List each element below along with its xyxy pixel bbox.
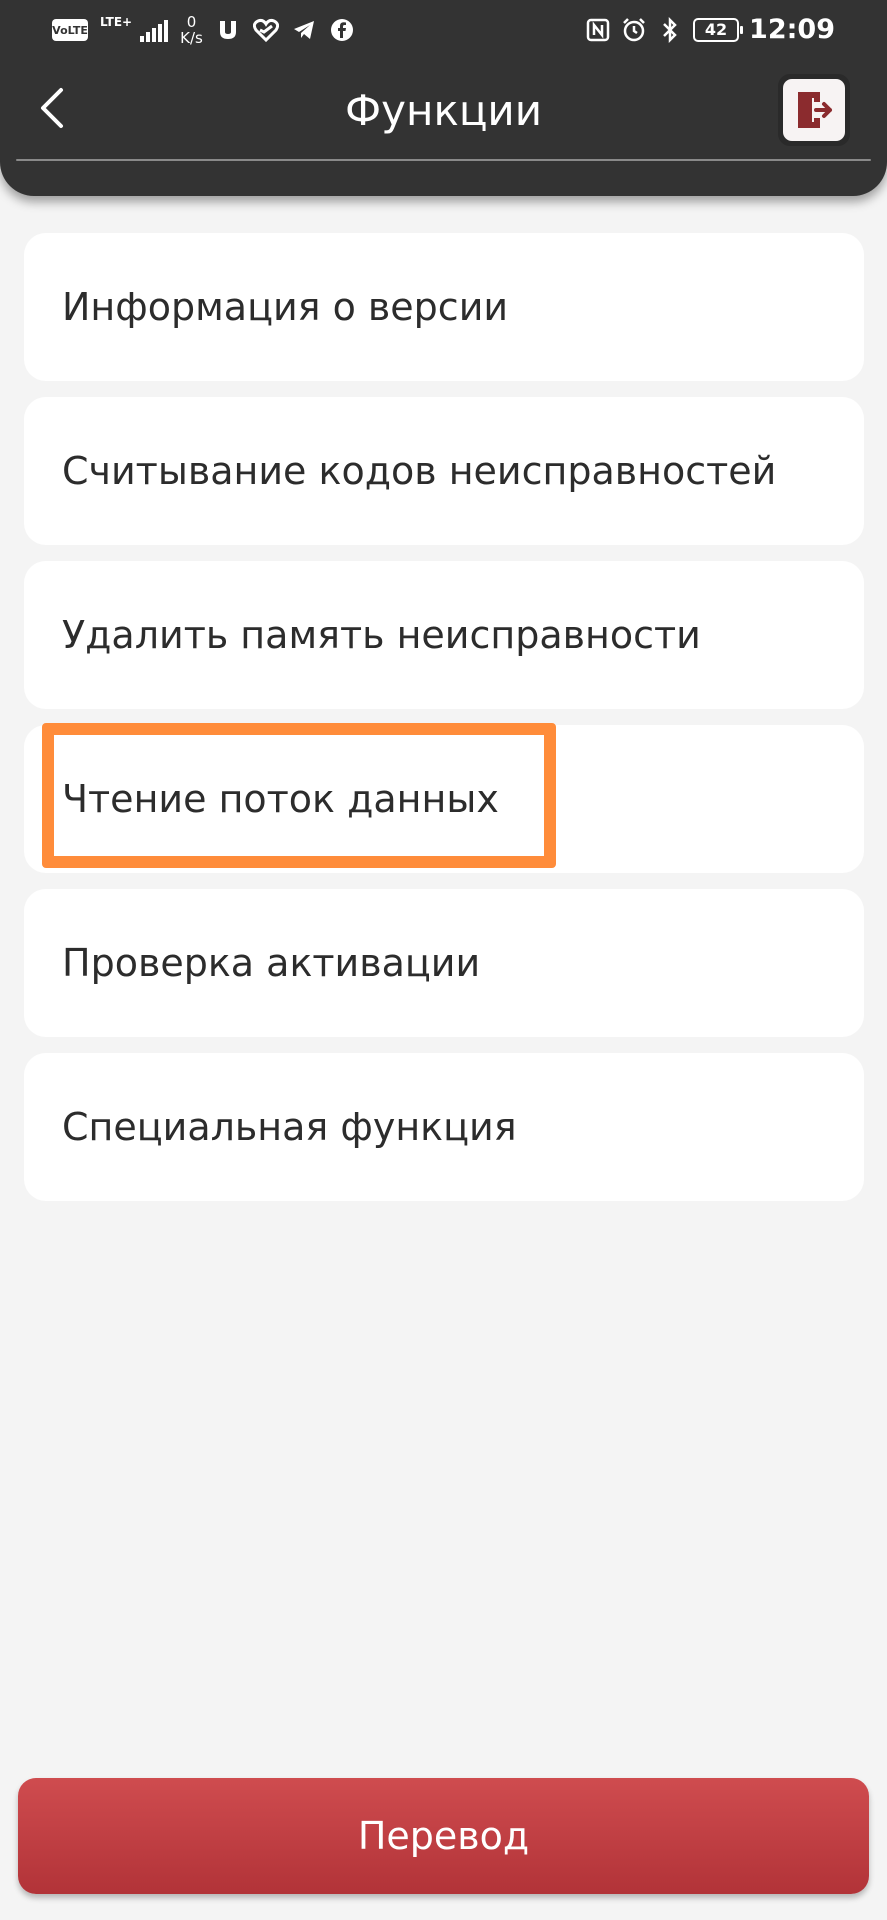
menu-item-label: Проверка активации: [62, 941, 481, 985]
app-bar: Функции: [0, 70, 887, 156]
battery-icon: 42: [693, 17, 744, 42]
translate-button[interactable]: Перевод: [18, 1778, 869, 1894]
functions-menu: Информация о версии Считывание кодов неи…: [24, 233, 864, 1217]
heart-app-icon: [252, 17, 279, 43]
nfc-icon: [585, 17, 611, 43]
menu-item-read-fault-codes[interactable]: Считывание кодов неисправностей: [24, 397, 864, 545]
header-divider: [16, 159, 871, 161]
alarm-icon: [621, 17, 647, 43]
lte-indicator: LTE+: [100, 15, 133, 29]
network-speed: 0 K/s: [180, 14, 203, 46]
menu-item-label: Удалить память неисправности: [62, 613, 701, 657]
header: VoLTE LTE+ 0 K/s 42 12:09 Функции: [0, 0, 887, 196]
menu-item-label: Чтение поток данных: [62, 777, 499, 821]
page-title: Функции: [344, 86, 543, 135]
exit-icon: [798, 92, 832, 128]
bluetooth-icon: [657, 16, 683, 43]
volte-badge: VoLTE: [52, 19, 88, 41]
speed-value: 0: [186, 13, 197, 31]
status-bar: VoLTE LTE+ 0 K/s 42 12:09: [0, 0, 887, 62]
telegram-icon: [291, 17, 317, 43]
menu-item-label: Специальная функция: [62, 1105, 517, 1149]
exit-button[interactable]: [778, 74, 850, 146]
menu-item-version-info[interactable]: Информация о версии: [24, 233, 864, 381]
menu-item-activation-check[interactable]: Проверка активации: [24, 889, 864, 1037]
menu-item-clear-fault-memory[interactable]: Удалить память неисправности: [24, 561, 864, 709]
notification-app-icon: [215, 17, 241, 43]
speed-unit: K/s: [180, 29, 203, 47]
status-time: 12:09: [749, 14, 835, 45]
signal-icon: [140, 18, 169, 42]
menu-item-special-function[interactable]: Специальная функция: [24, 1053, 864, 1201]
menu-item-label: Считывание кодов неисправностей: [62, 449, 777, 493]
menu-item-read-data-stream[interactable]: Чтение поток данных: [24, 725, 864, 873]
facebook-icon: [329, 17, 355, 43]
menu-item-label: Информация о версии: [62, 285, 509, 329]
